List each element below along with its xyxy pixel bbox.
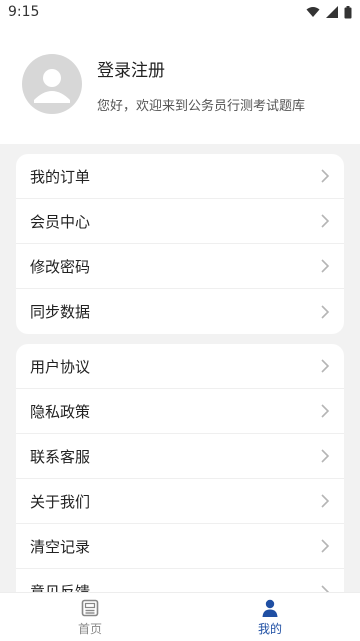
menu-item-label: 会员中心 [30, 212, 91, 231]
battery-icon [344, 5, 352, 18]
status-icons [306, 5, 352, 19]
bottom-nav: 首页 我的 [0, 592, 360, 641]
chevron-right-icon [321, 359, 330, 373]
menu-item-label: 隐私政策 [30, 402, 91, 421]
login-register-link[interactable]: 登录注册 [97, 56, 165, 81]
welcome-text: 您好，欢迎来到公务员行测考试题库 [97, 99, 306, 114]
chevron-right-icon [321, 259, 330, 273]
menu-item-orders[interactable]: 我的订单 [16, 154, 344, 199]
chevron-right-icon [321, 404, 330, 418]
menu-item-user-agreement[interactable]: 用户协议 [16, 344, 344, 389]
menu-card-account: 我的订单 会员中心 修改密码 同步数据 [16, 154, 344, 334]
menu-item-contact-support[interactable]: 联系客服 [16, 434, 344, 479]
menu-item-label: 关于我们 [30, 492, 91, 511]
menu-item-about-us[interactable]: 关于我们 [16, 479, 344, 524]
signal-icon [326, 6, 338, 18]
nav-home-label: 首页 [77, 621, 102, 636]
profile-header[interactable]: 登录注册 您好，欢迎来到公务员行测考试题库 [0, 24, 360, 144]
menu-item-clear-records[interactable]: 清空记录 [16, 524, 344, 569]
menu-item-label: 用户协议 [30, 357, 91, 376]
nav-mine[interactable]: 我的 [180, 593, 360, 641]
nav-mine-label: 我的 [257, 621, 282, 636]
menu-item-sync-data[interactable]: 同步数据 [16, 289, 344, 334]
menu-item-label: 修改密码 [30, 257, 91, 276]
menu-item-privacy-policy[interactable]: 隐私政策 [16, 389, 344, 434]
chevron-right-icon [321, 449, 330, 463]
menu-item-label: 清空记录 [30, 537, 91, 556]
menu-item-change-password[interactable]: 修改密码 [16, 244, 344, 289]
chevron-right-icon [321, 214, 330, 228]
menu-item-label: 同步数据 [30, 303, 91, 321]
avatar[interactable] [22, 54, 82, 114]
menu-item-label: 联系客服 [30, 447, 91, 466]
status-bar: 9:15 [0, 0, 360, 24]
chevron-right-icon [321, 304, 330, 319]
status-time: 9:15 [8, 4, 40, 20]
home-icon [81, 599, 99, 616]
user-placeholder-icon [34, 69, 70, 103]
nav-home[interactable]: 首页 [0, 593, 180, 641]
menu-item-membership[interactable]: 会员中心 [16, 199, 344, 244]
menu-card-info: 用户协议 隐私政策 联系客服 关于我们 清空记录 意见反馈 [16, 344, 344, 604]
wifi-icon [306, 7, 320, 17]
chevron-right-icon [321, 539, 330, 553]
menu-item-label: 我的订单 [30, 167, 91, 186]
profile-icon [262, 599, 278, 617]
chevron-right-icon [321, 169, 330, 183]
chevron-right-icon [321, 494, 330, 508]
